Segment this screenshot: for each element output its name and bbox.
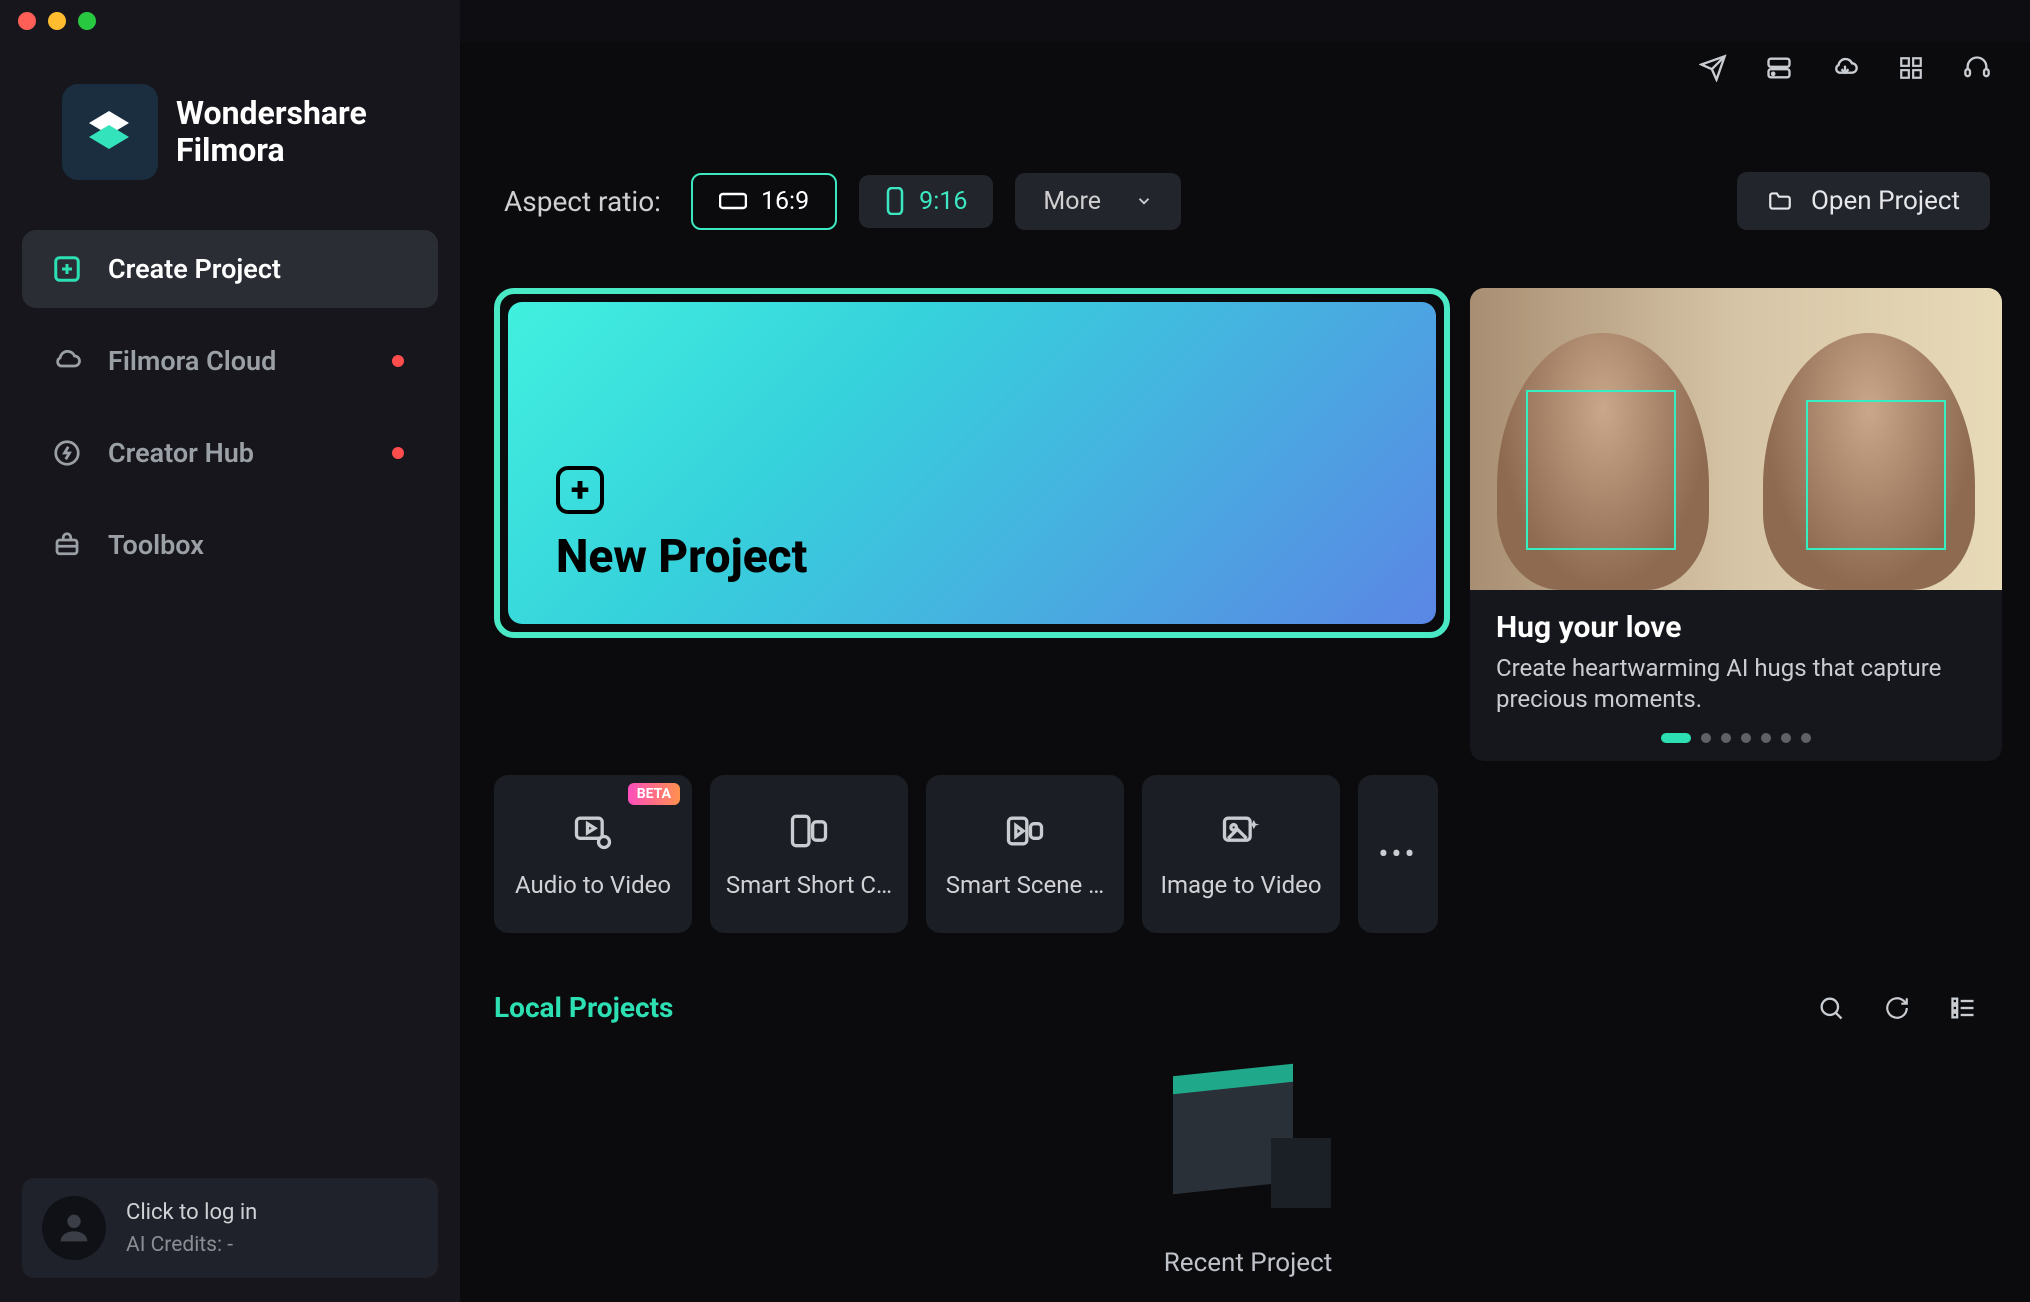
- carousel-dot[interactable]: [1741, 733, 1751, 743]
- sidebar-item-toolbox[interactable]: Toolbox: [22, 506, 438, 584]
- main-content: Aspect ratio: 16:9 9:16 More Open Projec…: [460, 42, 2030, 1302]
- folder-icon: [1767, 188, 1793, 214]
- cloud-download-icon[interactable]: [1830, 53, 1860, 83]
- tool-more-button[interactable]: •••: [1358, 775, 1438, 933]
- notification-dot-icon: [392, 447, 404, 459]
- bolt-circle-icon: [50, 436, 84, 470]
- new-project-label: New Project: [556, 530, 1388, 584]
- app-title-line1: Wondershare: [176, 95, 367, 132]
- aspect-ratio-label: Aspect ratio:: [504, 185, 661, 218]
- tool-smart-short-clips[interactable]: Smart Short C…: [710, 775, 908, 933]
- avatar-icon: [42, 1196, 106, 1260]
- sidebar-item-label: Filmora Cloud: [108, 345, 276, 377]
- sidebar-nav: Create Project Filmora Cloud: [22, 230, 438, 584]
- sidebar-item-create-project[interactable]: Create Project: [22, 230, 438, 308]
- tool-label: Audio to Video: [515, 871, 671, 899]
- search-icon[interactable]: [1816, 993, 1846, 1023]
- tool-label: Smart Scene …: [946, 871, 1104, 899]
- plus-icon: +: [556, 466, 604, 514]
- close-window-button[interactable]: [18, 12, 36, 30]
- carousel-dot[interactable]: [1701, 733, 1711, 743]
- empty-box-icon: [1153, 1048, 1343, 1218]
- login-prompt: Click to log in: [126, 1200, 257, 1225]
- empty-projects-label: Recent Project: [1164, 1248, 1332, 1278]
- support-icon[interactable]: [1962, 53, 1992, 83]
- toolbox-icon: [50, 528, 84, 562]
- app-logo: Wondershare Filmora: [62, 84, 438, 180]
- maximize-window-button[interactable]: [78, 12, 96, 30]
- tool-row: BETA Audio to Video Smart Short C… Smart…: [494, 775, 2002, 933]
- carousel-dot[interactable]: [1801, 733, 1811, 743]
- chevron-down-icon: [1135, 192, 1153, 210]
- tool-image-to-video[interactable]: Image to Video: [1142, 775, 1340, 933]
- server-icon[interactable]: [1764, 53, 1794, 83]
- tool-label: Smart Short C…: [726, 871, 892, 899]
- list-view-icon[interactable]: [1948, 993, 1978, 1023]
- carousel-dots: [1470, 733, 2002, 761]
- refresh-icon[interactable]: [1882, 993, 1912, 1023]
- aspect-ratio-16-9-button[interactable]: 16:9: [691, 173, 837, 230]
- audio-video-icon: [571, 809, 615, 853]
- open-project-button[interactable]: Open Project: [1737, 172, 1990, 230]
- minimize-window-button[interactable]: [48, 12, 66, 30]
- sidebar-item-label: Create Project: [108, 253, 281, 285]
- aspect-ratio-more-button[interactable]: More: [1015, 173, 1181, 230]
- app-title-line2: Filmora: [176, 132, 367, 169]
- open-project-label: Open Project: [1811, 186, 1960, 216]
- app-logo-icon: [62, 84, 158, 180]
- window-titlebar: [0, 0, 460, 42]
- grid-icon[interactable]: [1896, 53, 1926, 83]
- promo-title: Hug your love: [1496, 610, 1976, 645]
- tool-label: Image to Video: [1160, 871, 1321, 899]
- ai-credits-label: AI Credits: -: [126, 1233, 257, 1257]
- carousel-dot[interactable]: [1761, 733, 1771, 743]
- app-title: Wondershare Filmora: [176, 95, 367, 169]
- carousel-dot[interactable]: [1661, 733, 1691, 743]
- promo-card[interactable]: Hug your love Create heartwarming AI hug…: [1470, 288, 2002, 761]
- smart-scene-icon: [1003, 809, 1047, 853]
- face-detection-box-icon: [1806, 400, 1946, 550]
- sidebar-item-label: Creator Hub: [108, 437, 254, 469]
- notification-dot-icon: [392, 355, 404, 367]
- send-icon[interactable]: [1698, 53, 1728, 83]
- local-projects-header: Local Projects: [494, 991, 2002, 1024]
- beta-badge: BETA: [628, 783, 680, 805]
- promo-image: [1470, 288, 2002, 590]
- empty-projects-area: Recent Project: [494, 1024, 2002, 1302]
- sidebar-item-creator-hub[interactable]: Creator Hub: [22, 414, 438, 492]
- ratio-16-9-text: 16:9: [761, 187, 809, 216]
- smart-clips-icon: [787, 809, 831, 853]
- plus-square-icon: [50, 252, 84, 286]
- new-project-card[interactable]: + New Project: [494, 288, 1450, 638]
- sidebar-item-filmora-cloud[interactable]: Filmora Cloud: [22, 322, 438, 400]
- topbar: [494, 42, 2002, 94]
- tool-smart-scene[interactable]: Smart Scene …: [926, 775, 1124, 933]
- tool-audio-to-video[interactable]: BETA Audio to Video: [494, 775, 692, 933]
- landscape-rect-icon: [719, 191, 747, 211]
- local-projects-title: Local Projects: [494, 991, 673, 1024]
- carousel-dot[interactable]: [1721, 733, 1731, 743]
- traffic-lights: [18, 12, 96, 30]
- more-label: More: [1043, 187, 1101, 216]
- sidebar-item-label: Toolbox: [108, 529, 204, 561]
- aspect-ratio-row: Aspect ratio: 16:9 9:16 More Open Projec…: [494, 172, 2002, 230]
- aspect-ratio-9-16-button[interactable]: 9:16: [859, 175, 993, 228]
- portrait-rect-icon: [885, 187, 905, 215]
- ratio-9-16-text: 9:16: [919, 187, 967, 216]
- login-texts: Click to log in AI Credits: -: [126, 1200, 257, 1257]
- ellipsis-icon: •••: [1378, 837, 1417, 872]
- login-card[interactable]: Click to log in AI Credits: -: [22, 1178, 438, 1278]
- cloud-icon: [50, 344, 84, 378]
- carousel-dot[interactable]: [1781, 733, 1791, 743]
- face-detection-box-icon: [1526, 390, 1676, 550]
- sidebar: Wondershare Filmora Create Project: [0, 42, 460, 1302]
- image-video-icon: [1219, 809, 1263, 853]
- promo-description: Create heartwarming AI hugs that capture…: [1496, 653, 1976, 715]
